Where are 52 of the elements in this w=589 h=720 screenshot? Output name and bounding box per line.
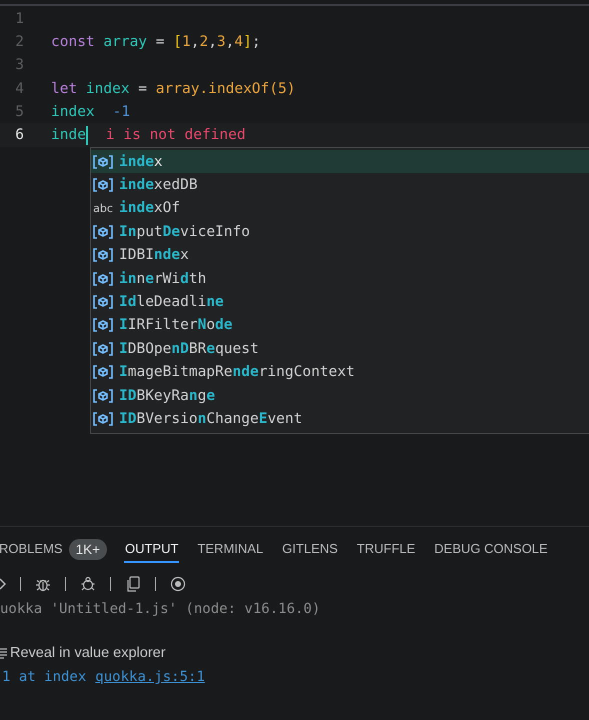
variable-icon <box>93 388 113 403</box>
suggestion-item[interactable]: inne rWidth <box>91 266 589 290</box>
suggestion-item[interactable]: IDBOpenDBRequest <box>91 337 589 361</box>
suggestion-item[interactable]: IDBKeyRange <box>91 384 589 408</box>
variable-icon <box>93 412 113 426</box>
reveal-link[interactable]: Reveal in value explorer <box>10 645 166 661</box>
panel-tab[interactable]: GITLENS <box>281 535 339 563</box>
line-number: 6 <box>14 127 24 144</box>
output-line: uokka 'Untitled-1.js' (node: v16.16.0) <box>0 600 322 619</box>
suggestion-item[interactable]: ImageBitmapRenderingContext <box>91 360 589 384</box>
output-line: 1 at index <box>2 669 86 685</box>
variable-icon <box>93 318 113 332</box>
panel-tab[interactable]: TRUFFLE <box>356 535 416 563</box>
text-icon: abc <box>93 202 113 215</box>
variable-icon <box>93 342 113 356</box>
suggestion-item[interactable]: IDBVersionChangeEvent <box>91 407 589 431</box>
file-link[interactable]: quokka.js:5:1 <box>95 669 205 685</box>
line-number: 3 <box>14 57 24 74</box>
panel-tab[interactable]: ROBLEMS <box>0 535 64 563</box>
code-line: inde <box>51 127 86 144</box>
inline-value: -1 <box>112 104 130 120</box>
chevron-icon[interactable] <box>0 578 6 590</box>
variable-icon <box>93 178 113 192</box>
variable-icon <box>93 295 113 310</box>
copy-icon[interactable] <box>125 576 141 592</box>
count-badge: 1K+ <box>68 538 107 560</box>
suggestion-item[interactable]: InputDeviceInfo <box>91 220 589 244</box>
line-number: 1 <box>14 10 24 27</box>
variable-icon <box>93 248 113 262</box>
suggestion-item[interactable]: IdleDeadline <box>91 290 589 314</box>
suggestion-item[interactable]: IDBIndex <box>91 244 589 267</box>
panel-tab[interactable]: OUTPUT <box>124 535 180 563</box>
panel-tab[interactable]: DEBUG CONSOLE <box>433 535 549 563</box>
variable-icon <box>93 224 113 239</box>
code-line: index <box>51 104 95 120</box>
record-icon[interactable] <box>170 576 186 592</box>
code-line: const array = [1,2,3,4]; <box>51 34 261 50</box>
error-hint: i is not defined <box>106 127 246 144</box>
suggestion-item[interactable]: abc indexOf <box>91 196 589 220</box>
line-number: 2 <box>14 34 24 50</box>
line-number: 4 <box>14 80 24 97</box>
suggestion-item[interactable]: IIRFilterNode <box>91 314 589 338</box>
variable-icon <box>93 365 113 380</box>
suggestion-item[interactable]: index <box>91 150 589 174</box>
variable-icon <box>93 154 113 169</box>
bug-icon[interactable] <box>80 576 96 592</box>
line-number: 5 <box>14 104 24 120</box>
suggestion-item[interactable]: indexedDB <box>91 173 589 197</box>
code-line: let index = array.indexOf(5) <box>51 80 296 97</box>
variable-icon <box>93 272 113 286</box>
panel-tab[interactable]: TERMINAL <box>196 535 264 563</box>
list-icon <box>0 647 8 659</box>
